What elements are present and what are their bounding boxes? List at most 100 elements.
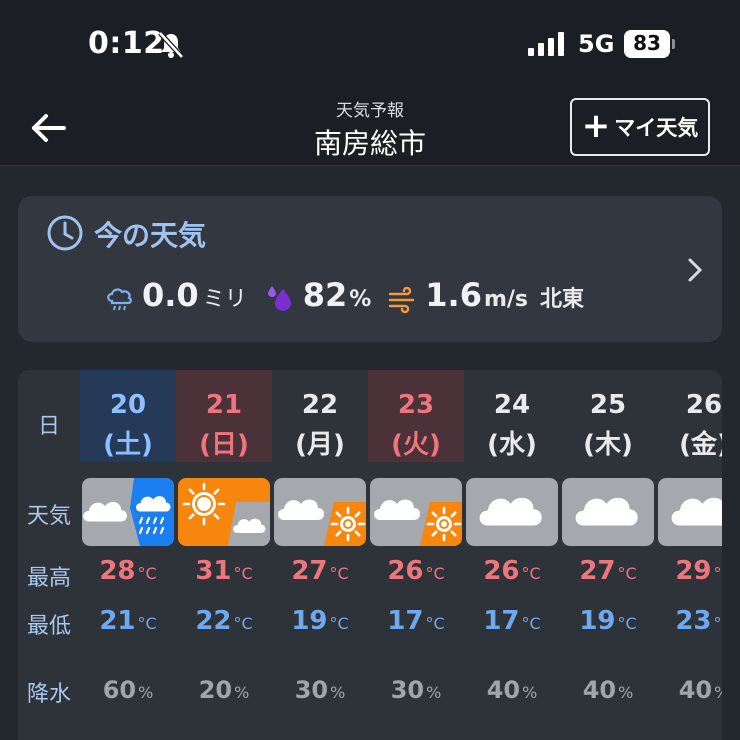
day-weekday: (木) [583,430,633,460]
low-temp-value: 21 [99,606,136,636]
day-header: 24 (水) [464,370,560,462]
nav-bar: 天気予報 南房総市 + マイ天気 [0,90,740,166]
temp-unit: °C [425,614,445,633]
weather-cloud-then-sun-icon [274,478,366,546]
precip-chance-value: 40 [486,676,521,704]
high-temp-value: 27 [579,556,616,586]
precip-chance: 30% [368,676,464,704]
high-temp-value: 28 [99,556,136,586]
low-temp-value: 22 [195,606,232,636]
precip-chance-value: 40 [678,676,713,704]
low-temp-value: 19 [579,606,616,636]
pct-unit: % [234,683,250,702]
weekly-forecast-table[interactable]: 日 天気 最高 最低 降水 20 (土) 28 °C 21 °C 60% 21 (日) 31 °C 2… [18,370,722,740]
plus-icon: + [581,105,611,146]
clock-icon [47,215,83,251]
day-header: 25 (木) [560,370,656,462]
high-temp: 28 °C [80,556,176,586]
day-date: 24 [493,390,531,420]
day-date: 26 [685,390,722,420]
temp-unit: °C [233,564,253,583]
add-my-weather-button[interactable]: + マイ天気 [570,98,710,156]
low-temp: 19 °C [272,606,368,636]
current-weather-title: 今の天気 [94,219,207,252]
temp-unit: °C [521,614,541,633]
weather-cloud-then-sun-icon [370,478,462,546]
pct-unit: % [138,683,154,702]
precip-chance: 40% [560,676,656,704]
low-temp-value: 23 [675,606,712,636]
high-temp: 27 °C [272,556,368,586]
high-temp: 27 °C [560,556,656,586]
day-column[interactable]: 20 (土) 28 °C 21 °C 60% [80,370,176,740]
temp-unit: °C [137,614,157,633]
network-type: 5G [578,30,615,58]
humidity-unit: % [349,287,372,312]
high-temp: 26 °C [368,556,464,586]
precip-chance: 60% [80,676,176,704]
day-column[interactable]: 26(金)29°C23°C40% [656,370,722,740]
add-my-weather-label: マイ天気 [614,116,699,140]
high-temp-value: 26 [483,556,520,586]
weather-cloud-then-rain-icon [82,478,174,546]
low-temp: 19 °C [560,606,656,636]
precip-chance: 30% [272,676,368,704]
temp-unit: °C [713,564,723,583]
precip-chance-value: 30 [294,676,329,704]
temp-unit: °C [329,614,349,633]
weather-cloud-icon [562,478,654,546]
day-header: 22 (月) [272,370,368,462]
pct-unit: % [522,683,538,702]
row-label-weather: 天気 [26,504,71,529]
low-temp: 17 °C [368,606,464,636]
wind-speed-unit: m/s [483,287,529,312]
weather-cloud-icon [466,478,558,546]
precip-chance-value: 60 [102,676,137,704]
day-date: 21 [205,390,243,420]
day-column[interactable]: 25 (木) 27 °C 19 °C 40% [560,370,656,740]
temp-unit: °C [713,614,723,633]
day-date: 23 [397,390,435,420]
status-time: 0:12 [88,26,165,61]
day-header: 20 (土) [80,370,176,462]
day-date: 22 [301,390,339,420]
low-temp: 23°C [656,606,722,636]
rain-cloud-icon [107,288,132,311]
day-column[interactable]: 21 (日) 31 °C 22 °C 20% [176,370,272,740]
day-weekday: (月) [295,430,345,460]
signal-icon [528,32,564,56]
day-date: 25 [589,390,627,420]
humidity-value: 82 [302,276,348,314]
precip-chance-value: 30 [390,676,425,704]
current-weather-card[interactable]: 今の天気 0.0 ミリ 82 % 1.6 m/s 北東 [18,196,722,342]
day-column[interactable]: 23 (火) 26 °C 17 °C 30% [368,370,464,740]
day-weekday: (金) [679,430,722,460]
wind-direction: 北東 [540,287,585,312]
row-label-day: 日 [37,414,60,439]
pct-unit: % [330,683,346,702]
pct-unit: % [714,683,722,702]
row-label-high: 最高 [26,566,71,591]
day-weekday: (日) [199,430,249,460]
high-temp: 26 °C [464,556,560,586]
row-label-low: 最低 [26,614,71,639]
weather-cloud-icon [658,478,722,546]
low-temp: 22 °C [176,606,272,636]
precip-unit: ミリ [202,287,247,312]
low-temp-value: 17 [483,606,520,636]
pct-unit: % [426,683,442,702]
chevron-right-icon [688,258,703,282]
wind-speed-value: 1.6 [425,276,482,314]
day-column[interactable]: 24 (水) 26 °C 17 °C 40% [464,370,560,740]
battery-icon: 83 [624,30,676,58]
current-weather-values: 0.0 ミリ 82 % 1.6 m/s 北東 [104,276,584,322]
low-temp: 17 °C [464,606,560,636]
day-header: 21 (日) [176,370,272,462]
precip-chance: 40% [656,676,722,704]
day-column[interactable]: 22 (月) 27 °C 19 °C 30% [272,370,368,740]
high-temp: 31 °C [176,556,272,586]
day-header: 26 (金) [656,370,722,462]
row-labels: 日 天気 最高 最低 降水 [18,370,80,740]
row-label-precip: 降水 [26,682,71,707]
precip-chance-value: 40 [582,676,617,704]
